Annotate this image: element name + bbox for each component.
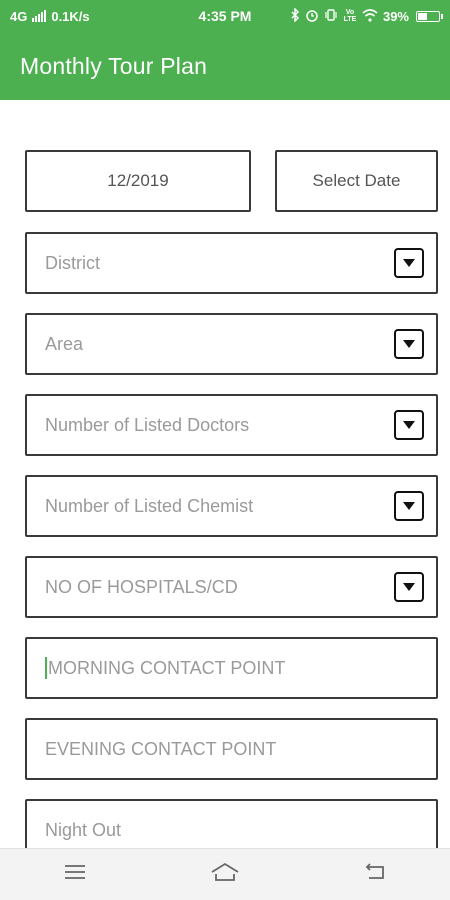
page-title: Monthly Tour Plan	[20, 52, 208, 79]
chevron-down-icon[interactable]	[394, 248, 424, 278]
dropdown-label: NO OF HOSPITALS/CD	[45, 576, 238, 597]
chevron-down-icon[interactable]	[394, 410, 424, 440]
vibrate-icon	[324, 8, 338, 24]
dropdown-label: Number of Listed Doctors	[45, 414, 250, 435]
network-speed: 0.1K/s	[51, 8, 90, 24]
home-icon	[210, 862, 240, 887]
district-dropdown[interactable]: District	[25, 232, 438, 294]
text-input[interactable]: Night Out	[25, 799, 438, 848]
dropdown-box[interactable]: Number of Listed Doctors	[25, 394, 438, 456]
listed-doctors-dropdown[interactable]: Number of Listed Doctors	[25, 394, 438, 456]
bluetooth-icon	[291, 7, 300, 24]
input-placeholder: EVENING CONTACT POINT	[45, 738, 277, 759]
area-dropdown[interactable]: Area	[25, 313, 438, 375]
chevron-down-icon[interactable]	[394, 491, 424, 521]
evening-contact-input[interactable]: EVENING CONTACT POINT	[25, 718, 438, 780]
menu-icon	[64, 864, 86, 885]
input-placeholder: MORNING CONTACT POINT	[48, 657, 286, 678]
select-date-button[interactable]: Select Date	[275, 150, 438, 212]
input-content: MORNING CONTACT POINT	[45, 657, 285, 679]
chevron-down-icon[interactable]	[394, 572, 424, 602]
dropdown-box[interactable]: District	[25, 232, 438, 294]
menu-button[interactable]	[45, 855, 105, 895]
morning-contact-input[interactable]: MORNING CONTACT POINT	[25, 637, 438, 699]
volte-icon: Vo LTE	[343, 9, 357, 23]
text-input[interactable]: MORNING CONTACT POINT	[25, 637, 438, 699]
listed-chemist-dropdown[interactable]: Number of Listed Chemist	[25, 475, 438, 537]
date-row: 12/2019 Select Date	[25, 150, 438, 212]
system-nav-bar	[0, 848, 450, 900]
signal-icon	[32, 10, 47, 22]
status-right: Vo LTE 39%	[291, 7, 443, 24]
dropdown-label: Number of Listed Chemist	[45, 495, 254, 516]
back-icon	[363, 863, 387, 886]
text-input[interactable]: EVENING CONTACT POINT	[25, 718, 438, 780]
back-button[interactable]	[345, 855, 405, 895]
home-button[interactable]	[195, 855, 255, 895]
battery-icon	[416, 10, 443, 22]
input-placeholder: Night Out	[45, 819, 122, 840]
tour-plan-form: 12/2019 Select Date District Area Number…	[0, 100, 450, 848]
dropdown-label: District	[45, 252, 100, 273]
dropdown-label: Area	[45, 333, 84, 354]
text-cursor	[45, 657, 47, 679]
battery-percent: 39%	[382, 8, 409, 24]
dropdown-box[interactable]: Number of Listed Chemist	[25, 475, 438, 537]
dropdown-box[interactable]: NO OF HOSPITALS/CD	[25, 556, 438, 618]
chevron-down-icon[interactable]	[394, 329, 424, 359]
hospitals-dropdown[interactable]: NO OF HOSPITALS/CD	[25, 556, 438, 618]
night-out-input[interactable]: Night Out	[25, 799, 438, 848]
status-left: 4G 0.1K/s	[10, 9, 90, 24]
status-bar: 4G 0.1K/s 4:35 PM Vo LTE 39%	[0, 0, 450, 32]
dropdown-box[interactable]: Area	[25, 313, 438, 375]
app-bar: Monthly Tour Plan	[0, 32, 450, 100]
wifi-icon	[362, 8, 378, 24]
month-field[interactable]: 12/2019	[25, 150, 251, 212]
alarm-icon	[305, 8, 319, 24]
network-type: 4G	[10, 8, 28, 24]
